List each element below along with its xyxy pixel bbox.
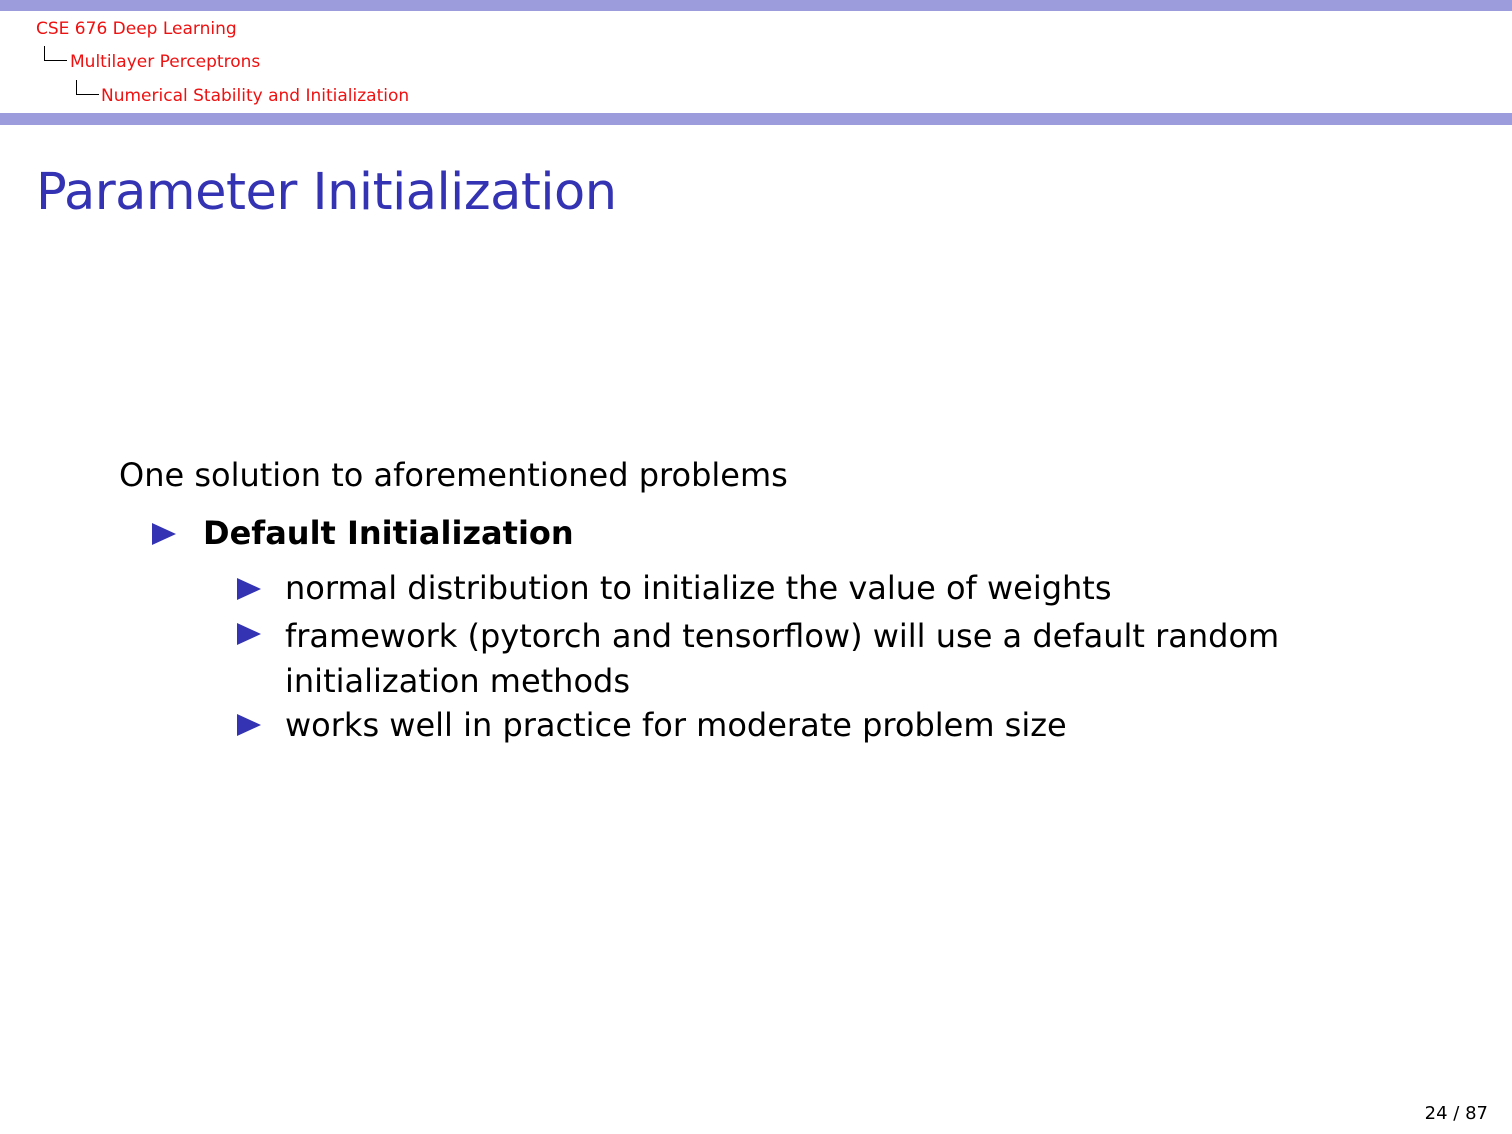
triangle-right-bullet-icon <box>152 523 176 545</box>
header-bar-top <box>0 0 1512 11</box>
triangle-right-bullet-icon <box>237 578 261 600</box>
breadcrumb-course[interactable]: CSE 676 Deep Learning <box>36 19 237 39</box>
breadcrumb-section[interactable]: Multilayer Perceptrons <box>70 52 260 72</box>
tree-connector-icon <box>44 46 67 61</box>
sub-list-item: framework (pytorch and tensorflow) will … <box>285 617 1280 700</box>
slide-title: Parameter Initialization <box>36 163 617 222</box>
triangle-right-bullet-icon <box>237 714 261 736</box>
breadcrumb-subsection[interactable]: Numerical Stability and Initialization <box>101 86 409 106</box>
triangle-right-bullet-icon <box>237 623 261 645</box>
header-bar-bottom <box>0 113 1512 125</box>
intro-text: One solution to aforementioned problems <box>119 456 788 494</box>
page-number: 24 / 87 <box>1424 1103 1488 1124</box>
sub-list-item: works well in practice for moderate prob… <box>285 706 1067 744</box>
list-item-default-initialization: Default Initialization <box>203 514 574 552</box>
sub-list-item: normal distribution to initialize the va… <box>285 569 1112 607</box>
tree-connector-icon <box>76 80 99 95</box>
